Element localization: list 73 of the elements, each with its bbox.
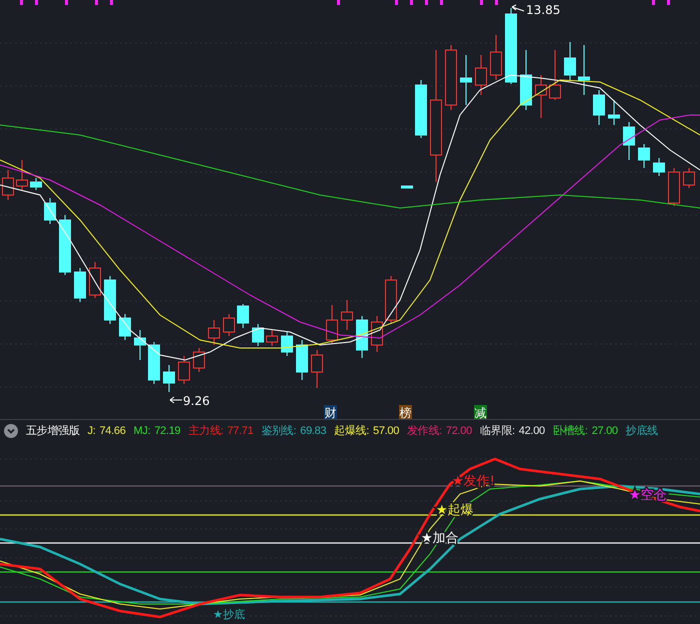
candlestick bbox=[208, 320, 220, 346]
indicator-label: 主力线: bbox=[188, 424, 224, 438]
indicator-label: MJ: bbox=[134, 424, 150, 438]
candlestick bbox=[549, 50, 561, 100]
candlestick bbox=[475, 54, 487, 96]
candlestick bbox=[460, 54, 472, 106]
indicator-value: 42.00 bbox=[518, 424, 545, 438]
candlestick bbox=[266, 330, 278, 346]
candlestick bbox=[237, 304, 249, 328]
candlestick bbox=[593, 90, 605, 126]
indicator-label: 卧槽线: bbox=[552, 424, 588, 438]
signal-label: ★抄底 bbox=[213, 608, 245, 621]
indicator-value: 72.00 bbox=[446, 424, 472, 438]
candlestick bbox=[638, 144, 650, 168]
indicator-label: 鉴别线: bbox=[261, 424, 296, 438]
candlestick bbox=[74, 268, 86, 302]
indicator-label: J: bbox=[88, 424, 96, 438]
candlestick bbox=[490, 34, 502, 80]
candlestick bbox=[564, 42, 576, 80]
candlestick bbox=[401, 186, 413, 188]
candlestick bbox=[134, 330, 146, 360]
candlestick bbox=[296, 340, 308, 380]
candlestick bbox=[89, 262, 101, 298]
indicator-label: 临界限: bbox=[480, 424, 515, 438]
leader-line bbox=[170, 396, 182, 404]
candlestick bbox=[535, 74, 547, 118]
candlestick bbox=[193, 348, 205, 372]
candlestick bbox=[341, 300, 353, 330]
indicator-value: 74.66 bbox=[99, 424, 126, 438]
candlestick bbox=[59, 214, 71, 276]
price-label: 13.85 bbox=[526, 3, 560, 17]
candlestick bbox=[252, 324, 264, 346]
candlestick bbox=[578, 44, 590, 96]
candlestick bbox=[326, 304, 338, 344]
candlestick bbox=[623, 122, 635, 160]
candlestick bbox=[163, 364, 175, 392]
indicator-label: 发作线: bbox=[407, 424, 442, 438]
candlestick bbox=[148, 342, 160, 384]
candlestick bbox=[281, 332, 293, 356]
indicator-value: 77.71 bbox=[227, 424, 254, 438]
candlestick bbox=[608, 100, 620, 126]
indicator-value: 72.19 bbox=[154, 424, 180, 438]
candlestick bbox=[520, 50, 532, 110]
indicator-label: 抄底线 bbox=[626, 424, 658, 438]
candlestick bbox=[30, 178, 42, 190]
candlestick bbox=[385, 276, 397, 324]
event-marker: 榜 bbox=[399, 405, 412, 419]
candlestick bbox=[653, 158, 665, 176]
candlestick bbox=[371, 316, 383, 352]
candlestick bbox=[119, 314, 131, 340]
candlestick bbox=[104, 276, 116, 324]
candlestick bbox=[44, 198, 56, 224]
leader-line bbox=[512, 4, 524, 12]
candlestick bbox=[223, 314, 235, 336]
candlestick bbox=[683, 168, 695, 188]
price-label: 9.26 bbox=[183, 394, 210, 408]
indicator-label: 起爆线: bbox=[334, 424, 370, 438]
candlestick bbox=[668, 168, 680, 206]
event-marker: 财 bbox=[324, 405, 337, 419]
candlestick bbox=[311, 350, 323, 388]
candlestick bbox=[445, 44, 457, 110]
collapse-icon[interactable] bbox=[4, 424, 18, 438]
candlestick bbox=[178, 356, 190, 384]
candlestick bbox=[356, 316, 368, 358]
event-marker: 减 bbox=[474, 405, 487, 419]
candlestick bbox=[415, 80, 427, 138]
signal-label: ★发作! bbox=[452, 474, 495, 489]
indicator-name: 五步增强版 bbox=[26, 424, 80, 438]
indicator-value: 57.00 bbox=[373, 424, 400, 438]
candlestick bbox=[2, 170, 14, 200]
indicator-value: 27.00 bbox=[592, 424, 618, 438]
indicator-value: 69.83 bbox=[300, 424, 326, 438]
candlestick bbox=[16, 160, 28, 190]
